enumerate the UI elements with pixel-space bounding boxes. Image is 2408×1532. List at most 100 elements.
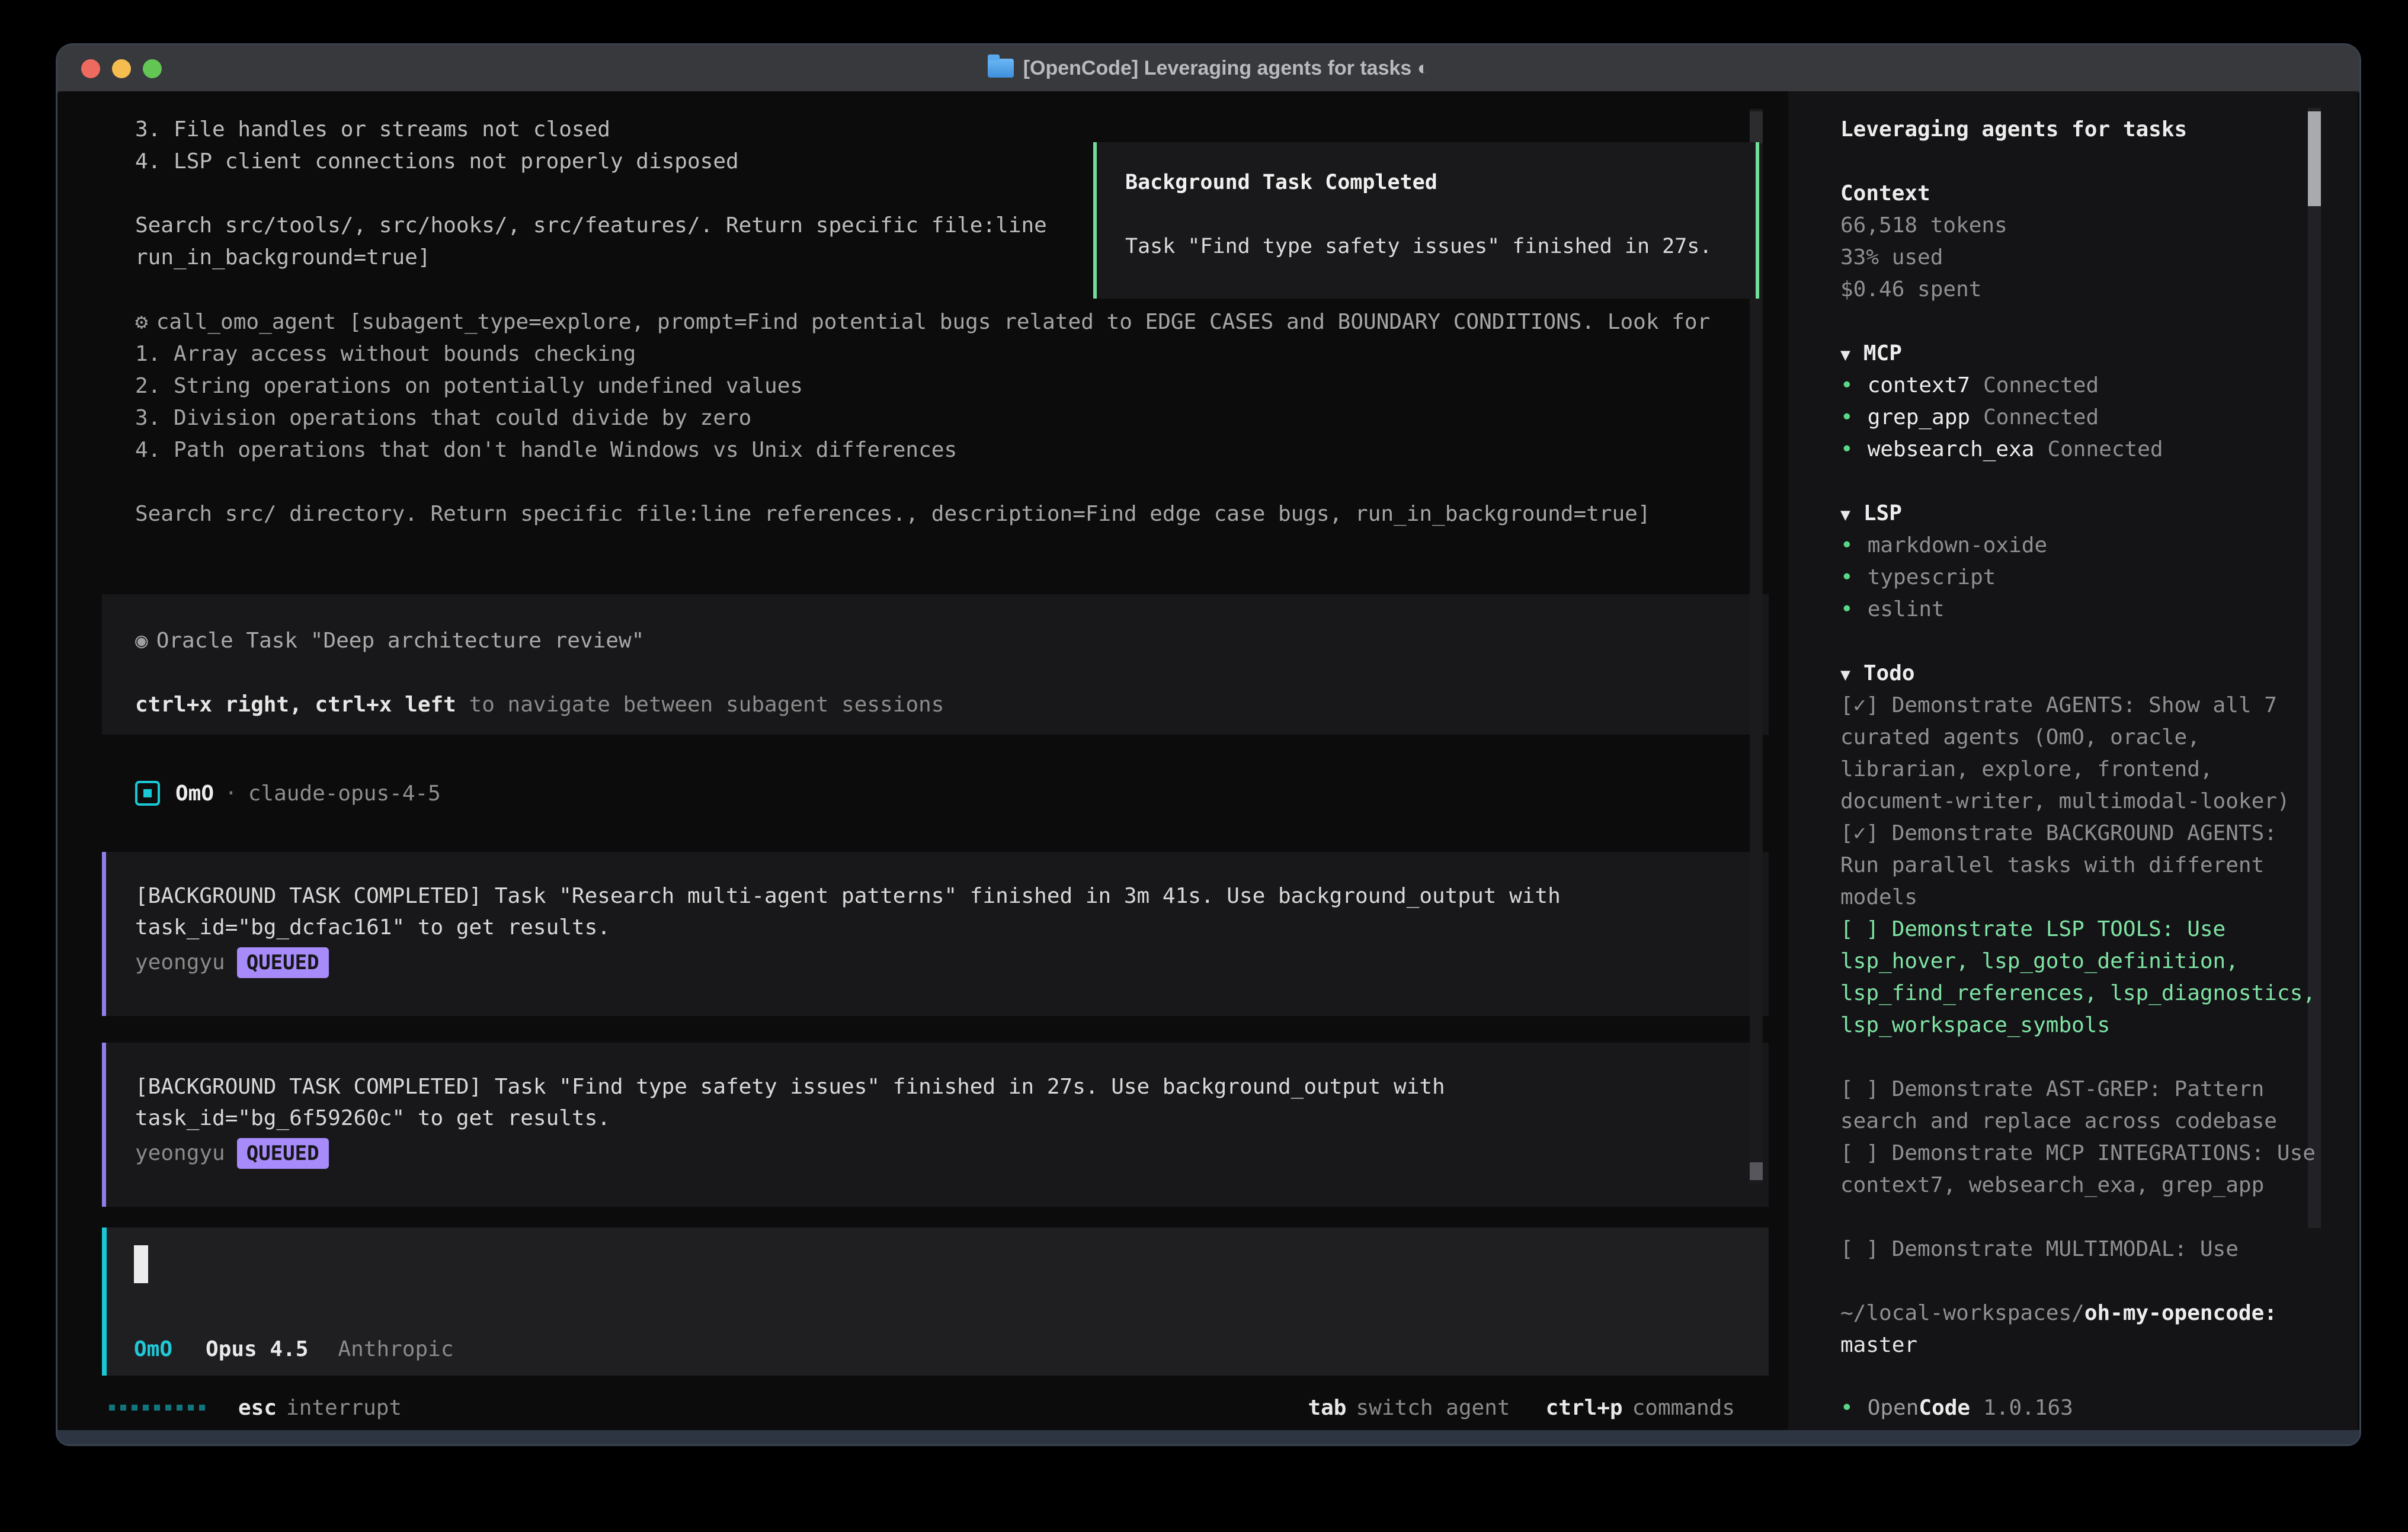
gear-icon: ⚙ (135, 310, 148, 334)
message-line: [BACKGROUND TASK COMPLETED] Task "Resear… (135, 880, 1769, 912)
prompt-input[interactable]: OmO Opus 4.5 Anthropic (102, 1227, 1769, 1376)
mcp-section-heading[interactable]: ▼MCP (1840, 338, 2318, 370)
brand-name-dim: Open (1868, 1392, 1919, 1424)
main-scrollbar-thumb[interactable] (1750, 1162, 1763, 1180)
app-version: 1.0.163 (1983, 1392, 2073, 1424)
workspace-path: ~/local-workspaces/oh-my-opencode:master (1840, 1297, 2318, 1361)
oracle-icon: ◉ (135, 629, 148, 653)
scrollback-line (135, 178, 1047, 210)
scrollback-line: Search src/tools/, src/hooks/, src/featu… (135, 210, 1047, 242)
status-dot-icon: • (1840, 1392, 1853, 1424)
status-dot-icon: • (1840, 434, 1853, 466)
status-bar: esc interrupt tab switch agent ctrl+p co… (109, 1392, 1735, 1424)
todo-section-heading[interactable]: ▼Todo (1840, 658, 2318, 690)
notification-title: Background Task Completed (1125, 169, 1739, 195)
blank-line (135, 657, 1769, 689)
tool-call-item: 2. String operations on potentially unde… (135, 370, 1710, 402)
tool-call-block: ⚙ call_omo_agent [subagent_type=explore, … (135, 306, 1710, 530)
blank-line (135, 466, 1710, 498)
status-dot-icon: • (1840, 530, 1853, 562)
brand-name-bold: Code (1919, 1392, 1970, 1424)
input-provider: Anthropic (338, 1337, 453, 1361)
scrollback-line: run_in_background=true] (135, 242, 1047, 274)
progress-dots (109, 1405, 205, 1411)
mcp-item: •websearch_exaConnected (1840, 434, 2318, 466)
todo-item: [ ] Demonstrate AST-GREP: Pattern search… (1840, 1073, 2318, 1137)
lsp-section-heading[interactable]: ▼LSP (1840, 498, 2318, 530)
window-title: [OpenCode] Leveraging agents for tasks ◐ (1023, 57, 1430, 80)
mcp-item: •grep_appConnected (1840, 402, 2318, 434)
desktop: [OpenCode] Leveraging agents for tasks ◐… (0, 0, 2408, 1532)
agent-model: claude-opus-4-5 (248, 781, 441, 806)
esc-key-label: interrupt (286, 1396, 402, 1420)
folder-icon (988, 59, 1014, 78)
scrollback-text: 3. File handles or streams not closed 4.… (135, 114, 1047, 274)
todo-item: [ ] Demonstrate MCP INTEGRATIONS: Use co… (1840, 1137, 2318, 1201)
status-dot-icon: • (1840, 594, 1853, 626)
lsp-item: •typescript (1840, 562, 2318, 594)
message-card[interactable]: [BACKGROUND TASK COMPLETED] Task "Resear… (102, 852, 1769, 1016)
tab-key-hint[interactable]: tab (1308, 1396, 1346, 1420)
agent-name: OmO (175, 781, 214, 806)
todo-item: [ ] Demonstrate LSP TOOLS: Use lsp_hover… (1840, 914, 2318, 1041)
todo-item: [ ] Demonstrate MULTIMODAL: Use (1840, 1233, 2318, 1265)
status-dot-icon: • (1840, 562, 1853, 594)
content: 3. File handles or streams not closed 4.… (59, 91, 2358, 1430)
mcp-item: •context7Connected (1840, 370, 2318, 402)
status-badge: QUEUED (237, 947, 329, 978)
oracle-hint-keys: ctrl+x right, ctrl+x left (135, 693, 456, 717)
terminal-pane[interactable]: 3. File handles or streams not closed 4.… (59, 91, 1788, 1430)
chevron-down-icon: ▼ (1840, 505, 1850, 524)
tool-call-header: call_omo_agent [subagent_type=explore, p… (156, 310, 1711, 334)
main-scrollbar-thumb-top[interactable] (1750, 111, 1763, 143)
tool-call-item: 4. Path operations that don't handle Win… (135, 434, 1710, 466)
status-dot-icon: • (1840, 370, 1853, 402)
message-line: task_id="bg_dcfac161" to get results. (135, 912, 1769, 943)
message-line: task_id="bg_6f59260c" to get results. (135, 1102, 1769, 1134)
input-model: Opus 4.5 (206, 1337, 308, 1361)
window-bottom-edge (57, 1430, 2359, 1444)
scrollback-line: 4. LSP client connections not properly d… (135, 146, 1047, 178)
input-agent-name: OmO (134, 1337, 172, 1361)
commands-key-label: commands (1632, 1396, 1735, 1420)
agent-header: OmO · claude-opus-4-5 (135, 777, 441, 809)
oracle-hint-text: to navigate between subagent sessions (456, 693, 944, 717)
sidebar: Leveraging agents for tasks Context 66,5… (1788, 91, 2358, 1430)
status-badge: QUEUED (237, 1138, 329, 1169)
oracle-task-title: Oracle Task "Deep architecture review" (156, 629, 645, 653)
context-spent: $0.46 spent (1840, 274, 2318, 306)
message-author: yeongyu (135, 950, 225, 975)
input-footer: OmO Opus 4.5 Anthropic (134, 1337, 454, 1361)
status-dot-icon: • (1840, 402, 1853, 434)
chevron-down-icon: ▼ (1840, 665, 1850, 684)
tool-call-footer: Search src/ directory. Return specific f… (135, 498, 1710, 530)
todo-item: [✓] Demonstrate AGENTS: Show all 7 curat… (1840, 690, 2318, 818)
scrollback-line: 3. File handles or streams not closed (135, 114, 1047, 146)
message-author: yeongyu (135, 1141, 225, 1165)
notification-body: Task "Find type safety issues" finished … (1125, 235, 1739, 258)
lsp-item: •eslint (1840, 594, 2318, 626)
opencode-window: [OpenCode] Leveraging agents for tasks ◐… (57, 45, 2359, 1444)
esc-key-hint[interactable]: esc (238, 1396, 277, 1420)
notification-toast[interactable]: Background Task Completed Task "Find typ… (1093, 142, 1759, 299)
app-version-footer: • OpenCode 1.0.163 (1840, 1392, 2318, 1424)
chevron-down-icon: ▼ (1840, 345, 1850, 364)
context-tokens: 66,518 tokens (1840, 210, 2318, 242)
separator-dot: · (225, 781, 238, 806)
context-heading: Context (1840, 178, 2318, 210)
session-title: Leveraging agents for tasks (1840, 114, 2318, 146)
message-card[interactable]: [BACKGROUND TASK COMPLETED] Task "Find t… (102, 1043, 1769, 1207)
lsp-item: •markdown-oxide (1840, 530, 2318, 562)
context-used: 33% used (1840, 242, 2318, 274)
text-cursor (134, 1245, 148, 1283)
git-branch: master (1840, 1333, 1917, 1357)
tool-call-item: 3. Division operations that could divide… (135, 402, 1710, 434)
message-line: [BACKGROUND TASK COMPLETED] Task "Find t… (135, 1071, 1769, 1102)
todo-item: [✓] Demonstrate BACKGROUND AGENTS: Run p… (1840, 818, 2318, 914)
tool-call-item: 1. Array access without bounds checking (135, 338, 1710, 370)
omo-agent-icon (135, 781, 160, 806)
oracle-task-box[interactable]: ◉Oracle Task "Deep architecture review" … (102, 594, 1769, 735)
titlebar[interactable]: [OpenCode] Leveraging agents for tasks ◐ (57, 45, 2359, 92)
commands-key-hint[interactable]: ctrl+p (1546, 1396, 1623, 1420)
tab-key-label: switch agent (1356, 1396, 1510, 1420)
